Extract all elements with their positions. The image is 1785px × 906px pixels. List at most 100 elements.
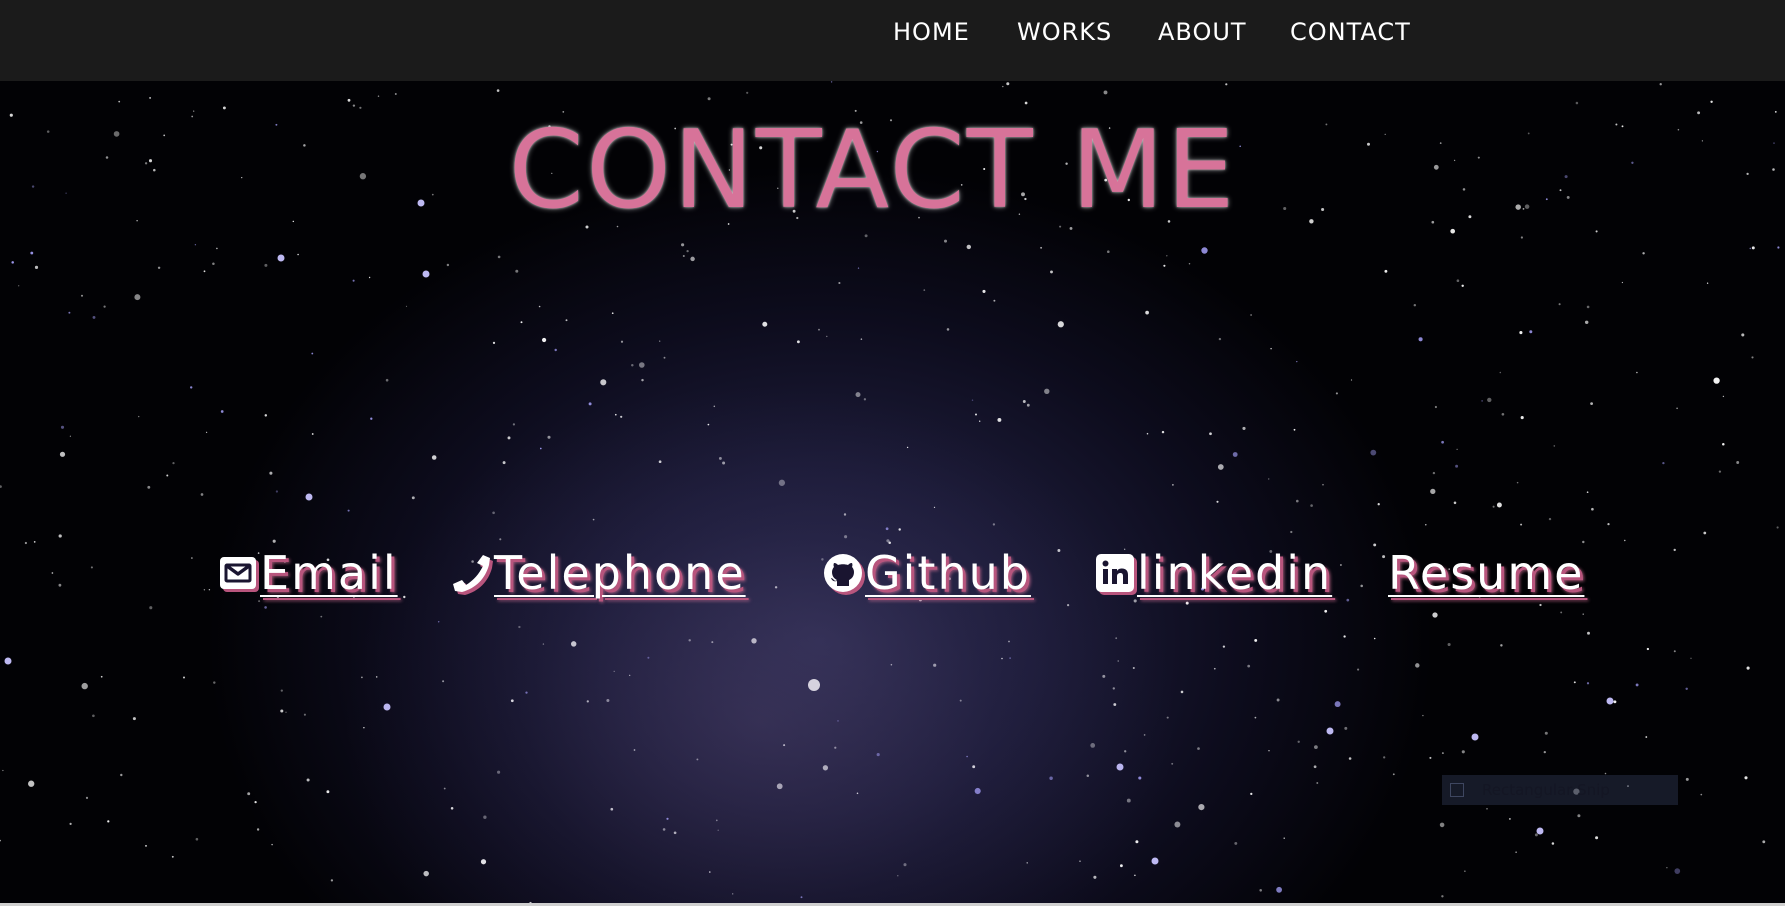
star <box>361 676 363 679</box>
star <box>1746 666 1750 670</box>
star <box>713 405 716 408</box>
contact-page: HOME WORKS ABOUT CONTACT CONTACT ME Emai… <box>0 0 1785 906</box>
star <box>633 749 636 751</box>
star <box>993 299 996 302</box>
star <box>1749 247 1752 250</box>
nav-about-link[interactable]: ABOUT <box>1158 18 1247 46</box>
star <box>1659 83 1662 86</box>
star <box>1001 657 1003 660</box>
star <box>1316 782 1319 784</box>
star <box>1254 638 1258 642</box>
star <box>966 244 972 250</box>
star <box>359 106 362 109</box>
star <box>686 249 689 253</box>
star <box>200 493 204 496</box>
telephone-link[interactable]: Telephone <box>452 538 746 608</box>
star <box>280 689 283 692</box>
star <box>1276 698 1280 702</box>
star <box>1700 793 1703 796</box>
star <box>1751 356 1754 359</box>
star <box>347 509 350 512</box>
star <box>363 726 365 729</box>
star <box>800 896 803 899</box>
star <box>1172 484 1174 486</box>
star <box>1022 400 1026 403</box>
star <box>1492 505 1495 508</box>
star <box>818 328 820 331</box>
star <box>92 315 96 319</box>
star <box>264 263 268 267</box>
star <box>1050 270 1053 274</box>
envelope-icon <box>218 553 258 593</box>
star <box>1270 347 1272 350</box>
star <box>944 239 947 243</box>
star <box>285 711 287 713</box>
star <box>682 254 685 258</box>
star <box>1225 83 1228 86</box>
star <box>423 870 429 877</box>
star <box>1501 412 1505 416</box>
star <box>1124 750 1127 753</box>
star <box>1384 269 1388 273</box>
star <box>280 709 284 713</box>
star <box>1166 716 1169 719</box>
star <box>1079 860 1081 862</box>
star <box>450 807 454 810</box>
star <box>222 106 226 110</box>
bright-star <box>1116 763 1124 771</box>
star <box>707 97 711 101</box>
star <box>547 435 551 439</box>
star <box>502 461 506 465</box>
star <box>189 386 193 389</box>
star <box>1115 637 1118 640</box>
nav-contact-link[interactable]: CONTACT <box>1290 18 1411 46</box>
star <box>81 682 88 690</box>
star <box>34 265 39 269</box>
star <box>1441 752 1444 755</box>
star <box>1461 284 1464 288</box>
star <box>992 523 996 526</box>
star <box>613 670 615 673</box>
star <box>1722 442 1725 446</box>
star <box>778 479 786 486</box>
nav-home-link[interactable]: HOME <box>893 18 970 46</box>
star <box>588 402 592 406</box>
resume-link[interactable]: Resume <box>1388 538 1584 608</box>
star <box>681 243 685 247</box>
star <box>80 294 84 297</box>
star <box>483 815 487 819</box>
star <box>1591 507 1594 511</box>
star <box>1234 841 1238 845</box>
star <box>1722 395 1725 398</box>
email-link[interactable]: Email <box>218 538 398 608</box>
star <box>306 778 310 782</box>
star <box>182 676 186 679</box>
star <box>1553 445 1556 447</box>
star <box>100 675 103 678</box>
linkedin-link[interactable]: linkedin <box>1095 538 1332 608</box>
star <box>1441 440 1444 444</box>
star <box>1713 377 1720 384</box>
star <box>118 100 121 103</box>
star <box>696 758 699 761</box>
star <box>512 423 516 426</box>
star <box>1500 644 1503 647</box>
star <box>1296 360 1298 363</box>
star <box>1456 448 1458 451</box>
star <box>497 770 501 774</box>
nav-works-link[interactable]: WORKS <box>1017 18 1112 46</box>
star <box>1560 611 1563 614</box>
star <box>385 378 389 382</box>
bright-star <box>808 679 820 691</box>
star <box>783 744 786 747</box>
star <box>497 255 501 259</box>
star <box>1132 666 1135 670</box>
star <box>1772 168 1775 171</box>
snip-tooltip-label: Rectangular Snip <box>1482 781 1610 799</box>
star <box>1188 262 1191 265</box>
star <box>1529 330 1533 334</box>
star <box>1432 612 1438 618</box>
star <box>446 263 450 267</box>
star <box>1293 428 1296 431</box>
github-link[interactable]: Github <box>823 538 1031 608</box>
